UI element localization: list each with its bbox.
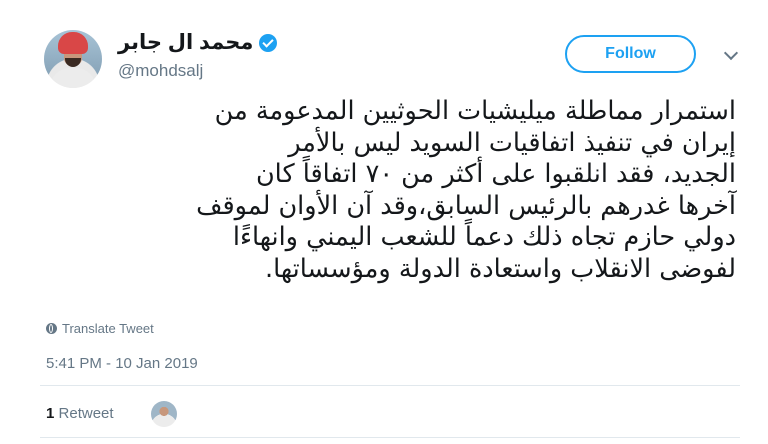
translate-tweet-link[interactable]: Translate Tweet (46, 321, 154, 336)
author-display-name[interactable]: محمد ال جابر (118, 30, 253, 55)
retweeter-avatar[interactable] (151, 401, 177, 427)
retweet-count: 1 (46, 405, 55, 422)
globe-icon (46, 323, 57, 334)
avatar[interactable] (44, 30, 102, 88)
verified-badge-icon (259, 33, 278, 52)
avatar-headwrap (58, 32, 88, 54)
retweet-stat[interactable]: 1 Retweet (46, 405, 114, 422)
translate-tweet-label: Translate Tweet (62, 321, 154, 336)
chevron-down-icon[interactable] (723, 45, 739, 61)
tweet-timestamp[interactable]: 5:41 PM - 10 Jan 2019 (46, 355, 198, 372)
author-handle[interactable]: @mohdsalj (118, 61, 203, 81)
follow-button[interactable]: Follow (565, 35, 696, 73)
divider (40, 437, 740, 438)
avatar-robe (50, 68, 96, 88)
avatar-beard (65, 58, 81, 67)
divider (40, 385, 740, 386)
retweet-label: Retweet (58, 405, 114, 422)
tweet-text: استمرار مماطلة ميليشيات الحوثيين المدعوم… (196, 96, 736, 284)
tweet-card: محمد ال جابر @mohdsalj Follow استمرار مم… (0, 0, 768, 444)
author-name-row[interactable]: محمد ال جابر (118, 30, 278, 55)
